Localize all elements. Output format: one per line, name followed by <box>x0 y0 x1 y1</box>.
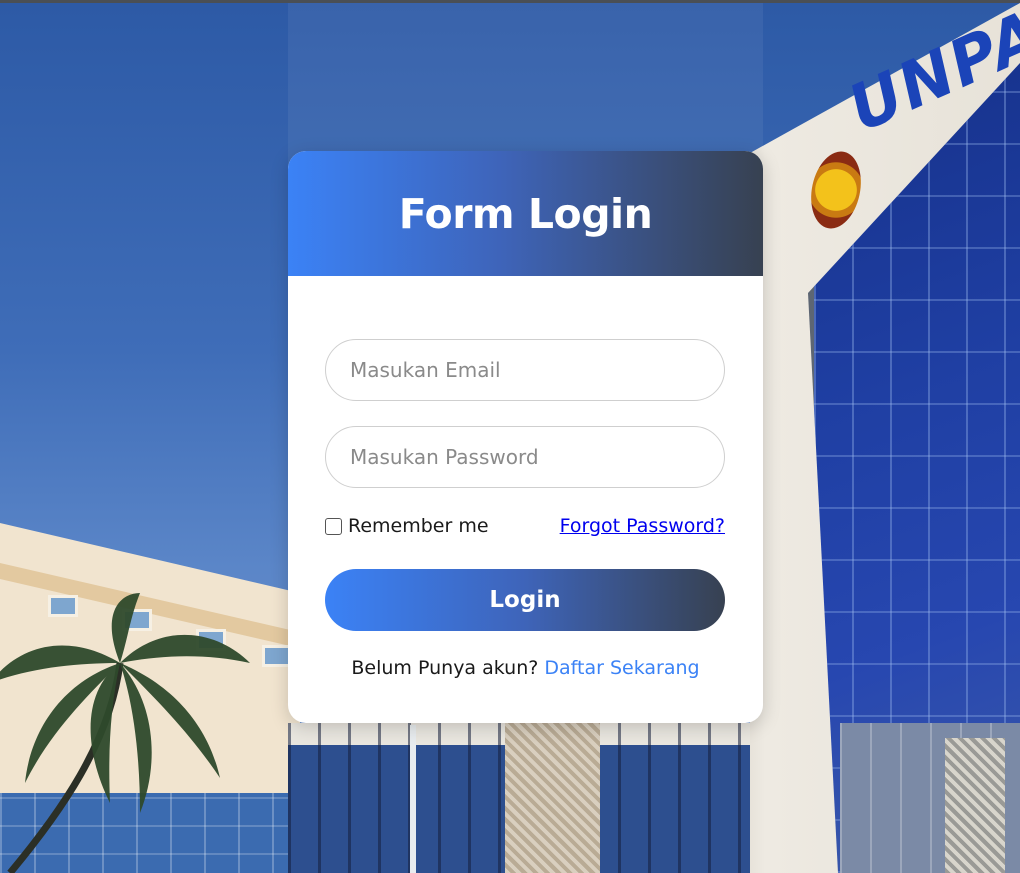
form-title: Form Login <box>398 189 653 238</box>
center-tower <box>505 723 600 873</box>
signup-prompt-text: Belum Punya akun? <box>351 657 539 679</box>
remember-me-checkbox[interactable] <box>325 517 342 535</box>
right-building-lattice <box>945 738 1005 873</box>
email-input[interactable] <box>325 339 725 401</box>
signup-prompt: Belum Punya akun? Daftar Sekarang <box>288 657 763 679</box>
remember-me[interactable]: Remember me <box>325 515 489 537</box>
password-input[interactable] <box>325 426 725 488</box>
forgot-password-link[interactable]: Forgot Password? <box>560 515 725 537</box>
login-card-header: Form Login <box>288 151 763 276</box>
signup-link[interactable]: Daftar Sekarang <box>544 657 699 679</box>
login-button[interactable]: Login <box>325 569 725 631</box>
palm-tree <box>0 593 250 873</box>
flag-pole <box>410 725 416 873</box>
remember-me-label: Remember me <box>348 515 489 537</box>
login-card: Form Login Remember me Forgot Password? … <box>288 151 763 723</box>
